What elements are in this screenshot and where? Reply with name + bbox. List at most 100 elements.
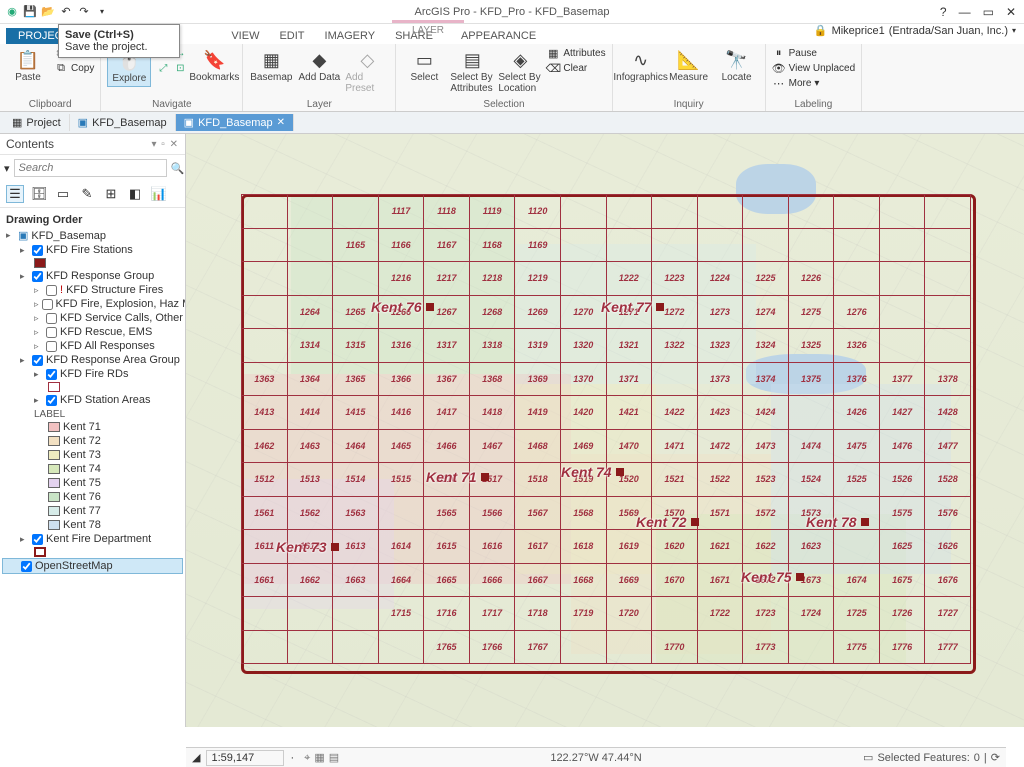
layer-service[interactable]: ▹KFD Service Calls, Other bbox=[2, 311, 183, 325]
redo-icon[interactable]: ↷ bbox=[76, 4, 92, 20]
layer-fire-rds[interactable]: ▸KFD Fire RDs bbox=[2, 367, 183, 381]
viewtab-project[interactable]: ▦Project bbox=[4, 114, 70, 131]
attributes-button[interactable]: ▦Attributes bbox=[546, 46, 605, 60]
list-by-chart-icon[interactable]: 📊 bbox=[150, 185, 168, 203]
locate-button[interactable]: 🔭Locate bbox=[715, 46, 759, 85]
layer-checkbox[interactable] bbox=[46, 395, 57, 406]
layer-station-areas[interactable]: ▸KFD Station Areas bbox=[2, 393, 183, 407]
more-labeling-button[interactable]: ⋯More ▾ bbox=[772, 76, 856, 90]
open-icon[interactable]: 📂 bbox=[40, 4, 56, 20]
close-tab-icon[interactable]: ✕ bbox=[277, 117, 285, 128]
layer-fire-dept[interactable]: ▸Kent Fire Department bbox=[2, 532, 183, 546]
layer-checkbox[interactable] bbox=[46, 369, 57, 380]
help-icon[interactable]: ? bbox=[940, 5, 947, 19]
select-by-location-button[interactable]: ◈Select By Location bbox=[498, 46, 542, 96]
map-view[interactable]: 1117111811191120116511661167116811691216… bbox=[186, 134, 1024, 727]
user-dropdown-icon[interactable]: ▾ bbox=[1012, 26, 1016, 35]
ribbon-group-selection: ▭Select ▤Select By Attributes ◈Select By… bbox=[396, 44, 612, 111]
undo-icon[interactable]: ↶ bbox=[58, 4, 74, 20]
search-input[interactable] bbox=[14, 159, 167, 177]
layer-response-group[interactable]: ▸KFD Response Group bbox=[2, 269, 183, 283]
layer-checkbox[interactable] bbox=[46, 285, 57, 296]
layer-checkbox[interactable] bbox=[32, 271, 43, 282]
layer-rescue[interactable]: ▹KFD Rescue, EMS bbox=[2, 325, 183, 339]
pause-labeling-button[interactable]: ⏸Pause bbox=[772, 46, 856, 60]
list-by-source-icon[interactable]: 🗄 bbox=[30, 185, 48, 203]
nav-full-icon[interactable]: ⤢ bbox=[155, 61, 171, 75]
viewtab-basemap-1[interactable]: ▣KFD_Basemap bbox=[70, 114, 176, 131]
paste-button[interactable]: 📋Paste bbox=[6, 46, 50, 85]
layer-checkbox[interactable] bbox=[21, 561, 32, 572]
app-icon: ◉ bbox=[4, 4, 20, 20]
minimize-icon[interactable]: — bbox=[959, 5, 971, 19]
layer-fire-stations[interactable]: ▸KFD Fire Stations bbox=[2, 243, 183, 257]
viewtab-basemap-2[interactable]: ▣KFD_Basemap✕ bbox=[176, 114, 294, 131]
nav-zoom-icon[interactable]: ⊡ bbox=[172, 61, 188, 75]
layer-explosion[interactable]: ▹KFD Fire, Explosion, Haz Mat bbox=[2, 297, 183, 311]
qat-dropdown-icon[interactable]: ▾ bbox=[94, 4, 110, 20]
layer-openstreetmap[interactable]: OpenStreetMap bbox=[2, 558, 183, 574]
layer-checkbox[interactable] bbox=[42, 299, 53, 310]
status-tools[interactable]: ⌖▦▤ bbox=[300, 751, 339, 765]
legend-item[interactable]: Kent 71 bbox=[2, 420, 183, 434]
add-preset-button[interactable]: ◇Add Preset bbox=[345, 46, 389, 96]
refresh-icon[interactable]: ⟳ bbox=[991, 751, 1000, 764]
layer-checkbox[interactable] bbox=[32, 245, 43, 256]
bookmarks-button[interactable]: 🔖Bookmarks bbox=[192, 46, 236, 85]
group-label: Clipboard bbox=[6, 99, 94, 110]
project-icon: ▦ bbox=[12, 116, 22, 129]
select-icon: ▭ bbox=[412, 48, 436, 72]
tab-appearance[interactable]: APPEARANCE bbox=[451, 28, 546, 44]
list-by-labeling-icon[interactable]: ◧ bbox=[126, 185, 144, 203]
measure-button[interactable]: 📐Measure bbox=[667, 46, 711, 85]
legend-item[interactable]: Kent 74 bbox=[2, 462, 183, 476]
layer-checkbox[interactable] bbox=[46, 341, 57, 352]
legend-item[interactable]: Kent 78 bbox=[2, 518, 183, 532]
layer-checkbox[interactable] bbox=[32, 534, 43, 545]
pane-options-icon[interactable]: ▾ ▫ ✕ bbox=[152, 139, 180, 150]
infographics-button[interactable]: ∿Infographics bbox=[619, 46, 663, 85]
contents-pane: Contents ▾ ▫ ✕ ▾ 🔍 ☰ 🗄 ▭ ✎ ⊞ ◧ 📊 Drawing… bbox=[0, 134, 186, 727]
legend-item[interactable]: Kent 73 bbox=[2, 448, 183, 462]
contents-search: ▾ 🔍 bbox=[0, 155, 185, 181]
selection-count: ▭ Selected Features: 0 | ⟳ bbox=[863, 751, 1000, 764]
copy-button[interactable]: ⧉Copy bbox=[54, 61, 94, 75]
select-by-attributes-button[interactable]: ▤Select By Attributes bbox=[450, 46, 494, 96]
basemap-icon: ▦ bbox=[259, 48, 283, 72]
list-by-drawing-icon[interactable]: ☰ bbox=[6, 185, 24, 203]
tooltip-title: Save (Ctrl+S) bbox=[65, 29, 173, 41]
tab-view[interactable]: VIEW bbox=[221, 28, 269, 44]
view-unplaced-button[interactable]: 👁View Unplaced bbox=[772, 61, 856, 75]
filter-icon[interactable]: ▾ bbox=[4, 162, 10, 175]
search-icon[interactable]: 🔍 bbox=[171, 162, 185, 175]
clear-button[interactable]: ⌫Clear bbox=[546, 61, 605, 75]
layer-all-responses[interactable]: ▹KFD All Responses bbox=[2, 339, 183, 353]
layer-checkbox[interactable] bbox=[46, 327, 57, 338]
list-by-selection-icon[interactable]: ▭ bbox=[54, 185, 72, 203]
ribbon-group-layer: ▦Basemap ◆Add Data ◇Add Preset Layer bbox=[243, 44, 396, 111]
signed-in-user[interactable]: 🔒 Mikeprice1 (Entrada/San Juan, Inc.) ▾ bbox=[814, 24, 1016, 37]
fire-station-point bbox=[426, 303, 434, 311]
legend-item[interactable]: Kent 75 bbox=[2, 476, 183, 490]
legend-item[interactable]: Kent 77 bbox=[2, 504, 183, 518]
toc-map[interactable]: ▸▣KFD_Basemap bbox=[2, 228, 183, 243]
save-icon[interactable]: 💾 bbox=[22, 4, 38, 20]
legend-item[interactable]: Kent 76 bbox=[2, 490, 183, 504]
basemap-button[interactable]: ▦Basemap bbox=[249, 46, 293, 85]
add-data-button[interactable]: ◆Add Data bbox=[297, 46, 341, 85]
tab-edit[interactable]: EDIT bbox=[269, 28, 314, 44]
user-name: Mikeprice1 bbox=[832, 25, 885, 37]
maximize-icon[interactable]: ▭ bbox=[983, 5, 994, 19]
layer-checkbox[interactable] bbox=[46, 313, 57, 324]
layer-area-group[interactable]: ▸KFD Response Area Group bbox=[2, 353, 183, 367]
close-icon[interactable]: ✕ bbox=[1006, 5, 1016, 19]
layer-checkbox[interactable] bbox=[32, 355, 43, 366]
list-by-snapping-icon[interactable]: ⊞ bbox=[102, 185, 120, 203]
list-by-editing-icon[interactable]: ✎ bbox=[78, 185, 96, 203]
map-icon: ▣ bbox=[18, 229, 28, 242]
select-button[interactable]: ▭Select bbox=[402, 46, 446, 85]
tab-imagery[interactable]: IMAGERY bbox=[315, 28, 386, 44]
legend-item[interactable]: Kent 72 bbox=[2, 434, 183, 448]
scale-combo[interactable]: 1:59,147 bbox=[206, 750, 284, 766]
layer-structure-fires[interactable]: ▹!KFD Structure Fires bbox=[2, 283, 183, 297]
